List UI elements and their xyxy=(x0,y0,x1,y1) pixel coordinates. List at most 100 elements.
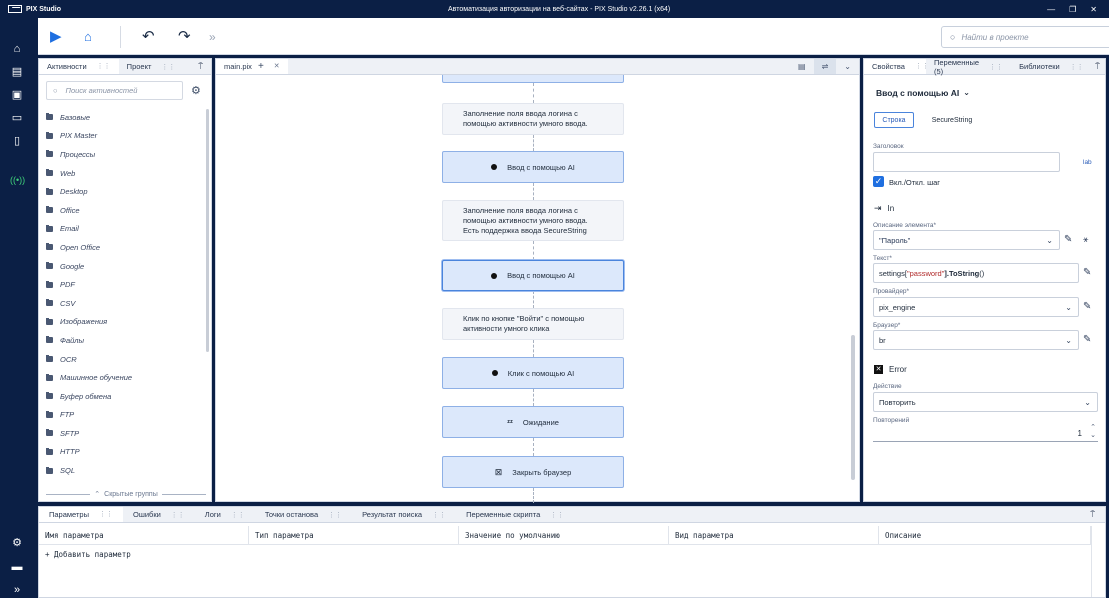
activity-category-item[interactable]: HTTP xyxy=(46,443,206,462)
tab-properties[interactable]: Свойства ⋮⋮ xyxy=(864,59,929,74)
flow-activity-node[interactable]: Клик с помощью AI xyxy=(442,357,624,389)
activity-category-item[interactable]: Машинное обучение xyxy=(46,368,206,387)
pin-icon[interactable]: ⍑ xyxy=(1087,59,1108,74)
settings-icon[interactable]: ⚙ xyxy=(10,536,24,550)
tab-main-pix[interactable]: main.pix + ✕ xyxy=(216,59,288,74)
chat-icon[interactable]: ▬ xyxy=(10,560,24,574)
bottom-tab[interactable]: Переменные скрипта ⋮⋮ xyxy=(456,507,574,522)
bottom-tab[interactable]: Параметры ⋮⋮ xyxy=(39,507,123,522)
text-input[interactable]: settings["password"].ToString() xyxy=(873,263,1079,283)
gear-icon[interactable]: ⚙ xyxy=(191,84,201,97)
grip-icon[interactable]: ⋮⋮ xyxy=(161,63,175,71)
more-icon[interactable]: » xyxy=(209,28,216,46)
bottom-tab[interactable]: Логи ⋮⋮ xyxy=(195,507,255,522)
scrollbar[interactable] xyxy=(851,335,855,480)
grip-icon[interactable]: ⋮⋮ xyxy=(328,511,342,519)
element-desc-select[interactable]: "Пароль" ⌄ xyxy=(873,230,1060,250)
flow-activity-node[interactable] xyxy=(442,75,624,83)
tab-libraries[interactable]: Библиотеки ⋮⋮ xyxy=(1011,59,1087,74)
edit-icon[interactable]: ✎ xyxy=(1083,334,1091,345)
close-icon[interactable]: ✕ xyxy=(1090,5,1097,14)
calendar-icon[interactable]: ▤ xyxy=(10,65,24,79)
grip-icon[interactable]: ⋮⋮ xyxy=(171,511,185,519)
column-header[interactable]: Описание xyxy=(879,526,1091,544)
activity-category-item[interactable]: Процессы xyxy=(46,145,206,164)
grip-icon[interactable]: ⋮⋮ xyxy=(231,511,245,519)
header-input[interactable] xyxy=(873,152,1060,172)
activity-category-item[interactable]: FTP xyxy=(46,406,206,425)
pick-element-icon[interactable]: ⚹ xyxy=(1083,234,1088,245)
run-icon[interactable]: ▶ xyxy=(50,28,62,46)
activity-category-item[interactable]: PIX Master xyxy=(46,127,206,146)
edit-icon[interactable]: ✎ xyxy=(1083,301,1091,312)
restore-icon[interactable]: ❐ xyxy=(1069,5,1076,14)
stepper-arrows-icon[interactable]: ⌃ ⌄ xyxy=(1090,424,1096,440)
expand-icon[interactable]: » xyxy=(10,583,24,597)
hidden-groups-toggle[interactable]: ⌃ Скрытые группы xyxy=(46,490,207,498)
grip-icon[interactable]: ⋮⋮ xyxy=(432,511,446,519)
activity-category-item[interactable]: Изображения xyxy=(46,313,206,332)
tab-project[interactable]: Проект ⋮⋮ xyxy=(119,59,184,74)
activity-category-item[interactable]: Office xyxy=(46,201,206,220)
activity-category-item[interactable]: Open Office xyxy=(46,238,206,257)
bottom-tab[interactable]: Ошибки ⋮⋮ xyxy=(123,507,195,522)
run-settings-icon[interactable]: ⌂ xyxy=(84,28,92,46)
redo-icon[interactable]: ↷ xyxy=(178,28,191,46)
activity-category-item[interactable]: Google xyxy=(46,257,206,276)
column-header[interactable]: Значение по умолчанию xyxy=(459,526,669,544)
browser-select[interactable]: br ⌄ xyxy=(873,330,1079,350)
activity-category-item[interactable]: Базовые xyxy=(46,108,206,127)
flow-comment-node[interactable]: Заполнение поля ввода логина с помощью ак… xyxy=(442,200,624,241)
grip-icon[interactable]: ⋮⋮ xyxy=(989,63,1003,71)
activity-category-item[interactable]: Буфер обмена xyxy=(46,387,206,406)
robot-signal-icon[interactable]: ((•)) xyxy=(10,173,25,187)
folder-open-icon[interactable]: ▭ xyxy=(10,111,24,125)
step-toggle-checkbox[interactable]: ✓ xyxy=(873,176,884,187)
mode-tab-securestring[interactable]: SecureString xyxy=(924,112,980,128)
mode-tab-string[interactable]: Строка xyxy=(874,112,914,128)
activity-category-item[interactable]: Desktop xyxy=(46,182,206,201)
column-header[interactable]: Имя параметра xyxy=(39,526,249,544)
activity-title-dropdown[interactable]: Ввод с помощью AI ⌄ xyxy=(876,88,970,98)
add-parameter-button[interactable]: + Добавить параметр xyxy=(45,550,131,559)
home-icon[interactable]: ⌂ xyxy=(10,42,24,56)
activity-category-item[interactable]: PDF xyxy=(46,275,206,294)
flow-activity-node[interactable]: ᶻᶻ Ожидание xyxy=(442,406,624,438)
plus-icon[interactable]: + xyxy=(258,61,264,72)
activity-category-item[interactable]: OCR xyxy=(46,350,206,369)
activity-category-item[interactable]: Web xyxy=(46,164,206,183)
flow-activity-node[interactable]: Ввод с помощью AI xyxy=(442,260,624,291)
column-header[interactable]: Вид параметра xyxy=(669,526,879,544)
edit-icon[interactable]: ✎ xyxy=(1064,234,1072,245)
project-search-input[interactable]: ○ Найти в проекте xyxy=(941,26,1109,48)
tab-activities[interactable]: Активности ⋮⋮ xyxy=(39,59,119,74)
minimize-icon[interactable]: — xyxy=(1047,5,1055,14)
column-header[interactable]: Тип параметра xyxy=(249,526,459,544)
activity-search-input[interactable]: ○ Поиск активностей xyxy=(46,81,183,100)
retries-stepper[interactable]: 1 ⌃ ⌄ xyxy=(873,424,1098,442)
action-select[interactable]: Повторить ⌄ xyxy=(873,392,1098,412)
document-icon[interactable]: ▯ xyxy=(10,134,24,148)
flow-view-icon[interactable]: ⇌ xyxy=(813,59,837,74)
scrollbar[interactable] xyxy=(1091,526,1105,597)
activity-category-item[interactable]: SFTP xyxy=(46,424,206,443)
tab-variables[interactable]: Переменные (5) ⋮⋮ xyxy=(926,58,1011,76)
flow-comment-node[interactable]: Клик по кнопке "Войти" с помощью активнос… xyxy=(442,308,624,340)
bottom-tab[interactable]: Точки останова ⋮⋮ xyxy=(255,507,352,522)
grip-icon[interactable]: ⋮⋮ xyxy=(97,62,111,70)
activity-category-item[interactable]: CSV xyxy=(46,294,206,313)
provider-select[interactable]: pix_engine ⌄ xyxy=(873,297,1079,317)
grip-icon[interactable]: ⋮⋮ xyxy=(99,510,113,518)
grip-icon[interactable]: ⋮⋮ xyxy=(550,511,564,519)
save-icon[interactable]: ▣ xyxy=(10,88,24,102)
undo-icon[interactable]: ↶ xyxy=(142,28,155,46)
lab-icon[interactable]: lab xyxy=(1083,159,1092,166)
layout-icon[interactable]: ▤ xyxy=(790,59,814,74)
scrollbar[interactable] xyxy=(206,109,209,352)
pin-icon[interactable]: ⍑ xyxy=(190,59,211,74)
flow-activity-node[interactable]: Ввод с помощью AI xyxy=(442,151,624,183)
close-icon[interactable]: ✕ xyxy=(270,62,280,70)
chevron-down-icon[interactable]: ⌄ xyxy=(836,59,859,74)
flow-comment-node[interactable]: Заполнение поля ввода логина с помощью ак… xyxy=(442,103,624,135)
grip-icon[interactable]: ⋮⋮ xyxy=(1070,63,1084,71)
